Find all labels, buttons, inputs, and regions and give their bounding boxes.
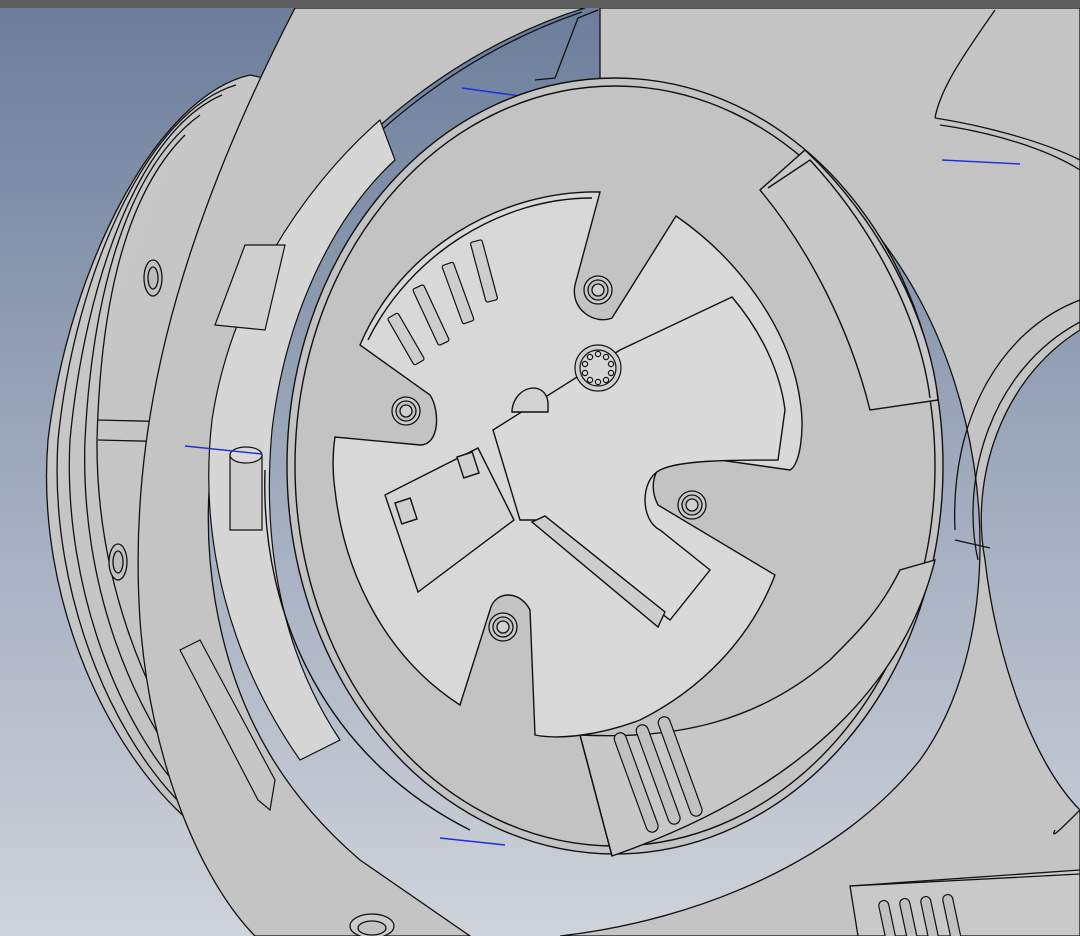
cad-window (0, 0, 1080, 936)
graphics-viewport[interactable] (0, 8, 1080, 936)
mounting-hole-5 (349, 913, 395, 936)
mounting-hole-4 (488, 612, 518, 642)
center-hub (574, 344, 622, 392)
model-view-svg[interactable] (0, 8, 1080, 936)
window-title-bar (0, 0, 1080, 8)
mounting-hole-2 (391, 396, 421, 426)
mounting-hole-3 (677, 490, 707, 520)
mounting-hole-1 (583, 275, 613, 305)
